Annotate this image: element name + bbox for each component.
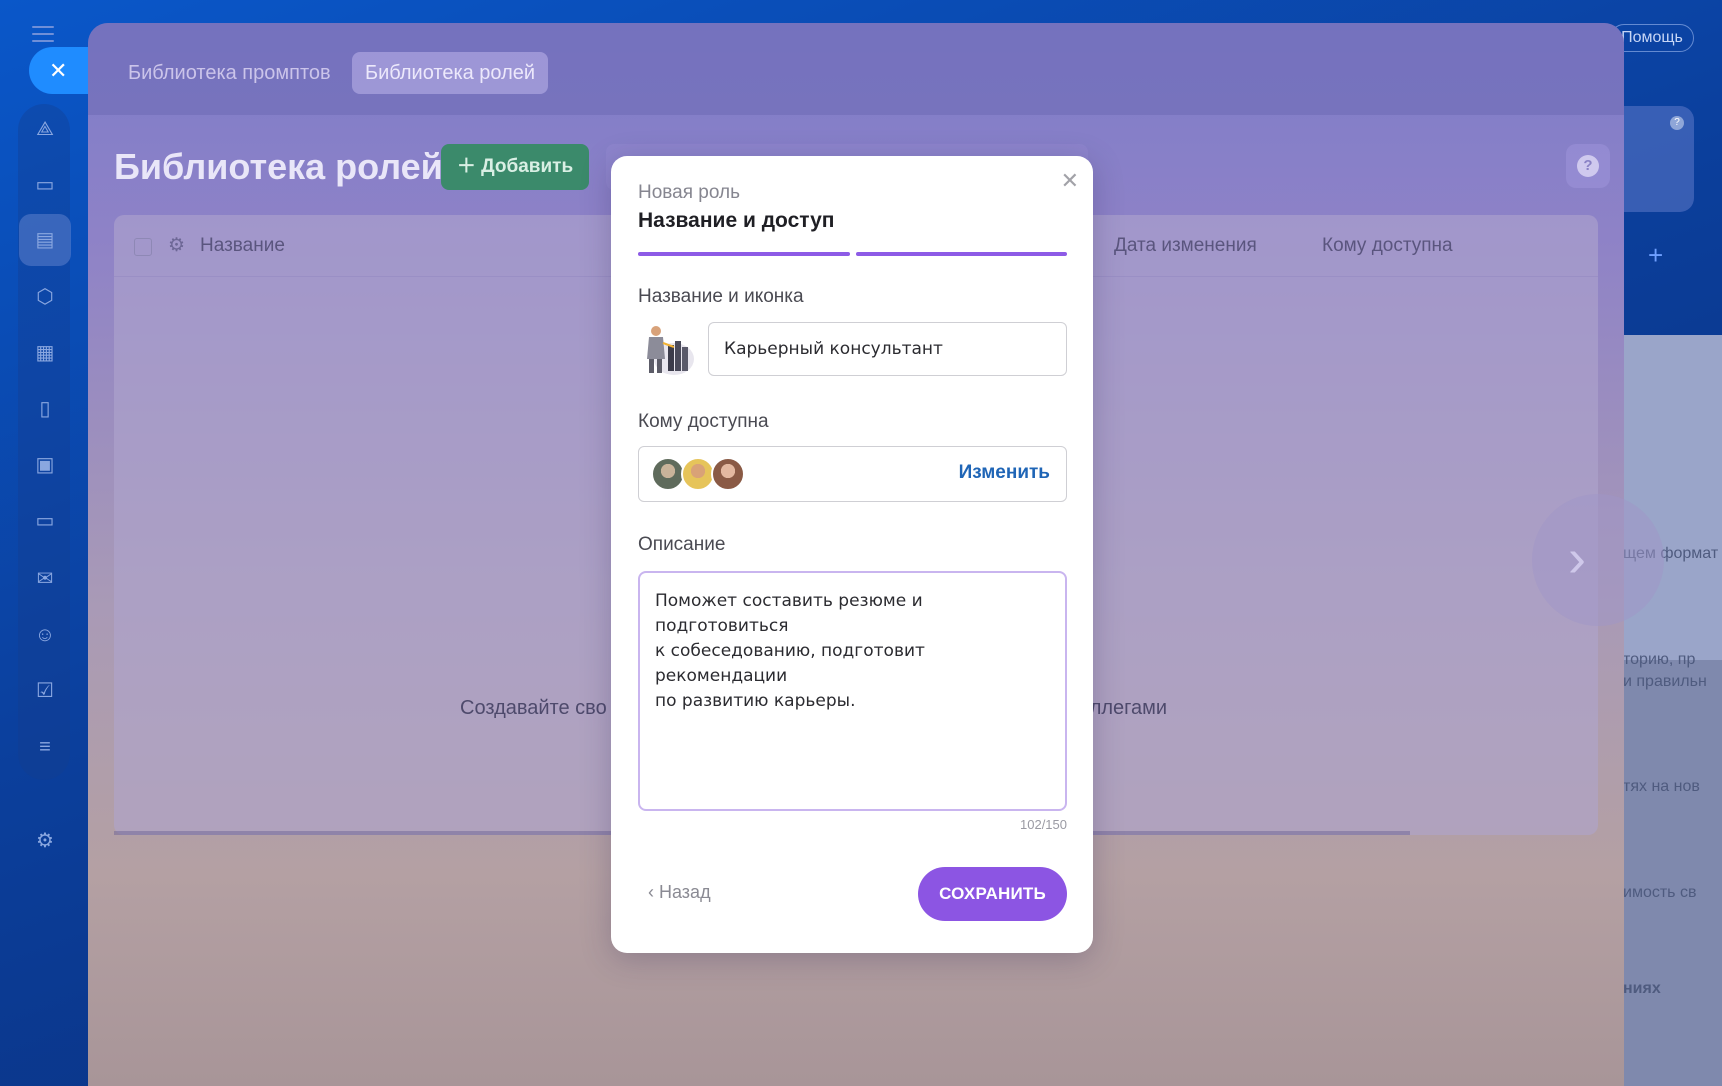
avatar bbox=[651, 457, 685, 491]
column-header-access[interactable]: Кому доступна bbox=[1322, 235, 1453, 257]
name-section-label: Название и иконка bbox=[638, 286, 804, 307]
back-label: Назад bbox=[659, 882, 711, 902]
left-rail: ✕ ⟁ ▭ ▤ ⬡ ▦ ▯ ▣ ▭ ✉ ☺ ☑ ≡ ⚙ bbox=[0, 0, 89, 1086]
tab-roles-library[interactable]: Библиотека ролей bbox=[352, 52, 549, 94]
avatar bbox=[681, 457, 715, 491]
top-tabs-bar: Библиотека промптов Библиотека ролей bbox=[88, 23, 1624, 115]
ai-network-icon[interactable]: ⟁ bbox=[28, 112, 62, 146]
contacts-icon[interactable]: ☺ bbox=[28, 618, 62, 652]
mail-icon[interactable]: ✉ bbox=[28, 562, 62, 596]
right-snippet: имость св bbox=[1623, 884, 1697, 901]
chevron-left-icon: ‹ bbox=[648, 882, 659, 902]
hexagon-icon[interactable]: ⬡ bbox=[28, 280, 62, 314]
right-snippet: торию, пр bbox=[1623, 651, 1696, 668]
access-field[interactable]: Изменить bbox=[638, 446, 1067, 502]
roles-library-icon[interactable]: ▤ bbox=[19, 214, 71, 266]
save-button[interactable]: СОХРАНИТЬ bbox=[918, 867, 1067, 921]
right-side-panel-lower bbox=[1620, 660, 1722, 1086]
chat-icon[interactable]: ▭ bbox=[28, 168, 62, 202]
right-snippet: и правильн bbox=[1623, 673, 1707, 690]
document-icon[interactable]: ▯ bbox=[28, 392, 62, 426]
settings-gear-icon[interactable]: ⚙ bbox=[28, 824, 62, 858]
description-textarea[interactable]: Поможет составить резюме и подготовиться… bbox=[638, 571, 1067, 811]
select-all-checkbox[interactable] bbox=[134, 238, 152, 256]
add-plus-icon[interactable]: + bbox=[1648, 240, 1663, 271]
plus-icon: ＋ bbox=[456, 156, 482, 177]
step-progress-1 bbox=[638, 252, 850, 256]
right-snippet: ниях bbox=[1623, 980, 1661, 997]
tab-prompt-library[interactable]: Библиотека промптов bbox=[115, 52, 344, 94]
columns-settings-icon[interactable]: ⚙ bbox=[168, 234, 185, 257]
close-slider-button[interactable]: ✕ bbox=[29, 47, 89, 94]
page-title: Библиотека ролей bbox=[114, 146, 443, 187]
role-avatar-icon[interactable] bbox=[638, 321, 696, 377]
calendar-icon[interactable]: ▦ bbox=[28, 336, 62, 370]
question-icon: ? bbox=[1577, 155, 1599, 177]
add-button-label: Добавить bbox=[481, 156, 574, 177]
close-icon[interactable]: ✕ bbox=[1061, 170, 1079, 192]
help-button[interactable]: ? bbox=[1566, 144, 1610, 188]
modal-title: Название и доступ bbox=[638, 209, 835, 232]
column-header-modified[interactable]: Дата изменения bbox=[1114, 235, 1257, 257]
presentation-icon[interactable]: ▣ bbox=[28, 448, 62, 482]
role-name-input[interactable]: Карьерный консультант bbox=[708, 322, 1067, 376]
funnel-icon[interactable]: ≡ bbox=[28, 730, 62, 764]
step-progress-2 bbox=[856, 252, 1067, 256]
add-button[interactable]: ＋ Добавить bbox=[441, 144, 589, 190]
description-label: Описание bbox=[638, 534, 726, 555]
question-icon[interactable]: ? bbox=[1670, 116, 1684, 130]
change-access-link[interactable]: Изменить bbox=[959, 462, 1050, 484]
new-role-modal: ✕ Новая роль Название и доступ Название … bbox=[611, 156, 1093, 953]
modal-subtitle: Новая роль bbox=[638, 182, 741, 203]
access-section-label: Кому доступна bbox=[638, 411, 769, 432]
avatar bbox=[711, 457, 745, 491]
tasks-icon[interactable]: ☑ bbox=[28, 674, 62, 708]
column-header-name[interactable]: Название bbox=[200, 235, 285, 257]
right-snippet: тях на нов bbox=[1623, 778, 1700, 795]
drive-icon[interactable]: ▭ bbox=[28, 504, 62, 538]
empty-state-text-left: Создавайте сво bbox=[460, 697, 607, 719]
next-arrow-icon[interactable]: › bbox=[1532, 494, 1664, 626]
hamburger-menu-icon[interactable] bbox=[32, 26, 54, 42]
back-button[interactable]: ‹ Назад bbox=[648, 882, 711, 903]
character-counter: 102/150 bbox=[1020, 817, 1067, 832]
